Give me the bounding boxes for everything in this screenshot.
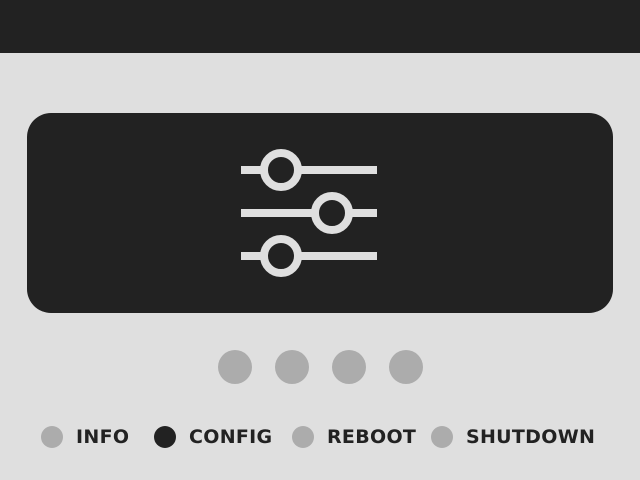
page-dot (218, 350, 252, 384)
screen: INFO CONFIG REBOOT SHUTDOWN (0, 0, 640, 480)
menu-item-label: INFO (76, 426, 130, 448)
bullet-icon (431, 426, 453, 448)
menu-bar: INFO CONFIG REBOOT SHUTDOWN (0, 424, 640, 450)
menu-item-shutdown[interactable]: SHUTDOWN (431, 424, 595, 450)
menu-item-label: REBOOT (327, 426, 417, 448)
page-dot (332, 350, 366, 384)
page-indicator (0, 350, 640, 384)
selected-option-panel[interactable] (27, 113, 613, 313)
page-dot (389, 350, 423, 384)
menu-item-config[interactable]: CONFIG (154, 424, 272, 450)
menu-item-info[interactable]: INFO (41, 424, 129, 450)
bullet-icon (154, 426, 176, 448)
menu-item-label: CONFIG (189, 426, 273, 448)
bullet-icon (41, 426, 63, 448)
bullet-icon (292, 426, 314, 448)
page-dot (275, 350, 309, 384)
sliders-icon (241, 149, 377, 277)
menu-item-label: SHUTDOWN (466, 426, 596, 448)
menu-item-reboot[interactable]: REBOOT (292, 424, 416, 450)
top-bar (0, 0, 640, 53)
